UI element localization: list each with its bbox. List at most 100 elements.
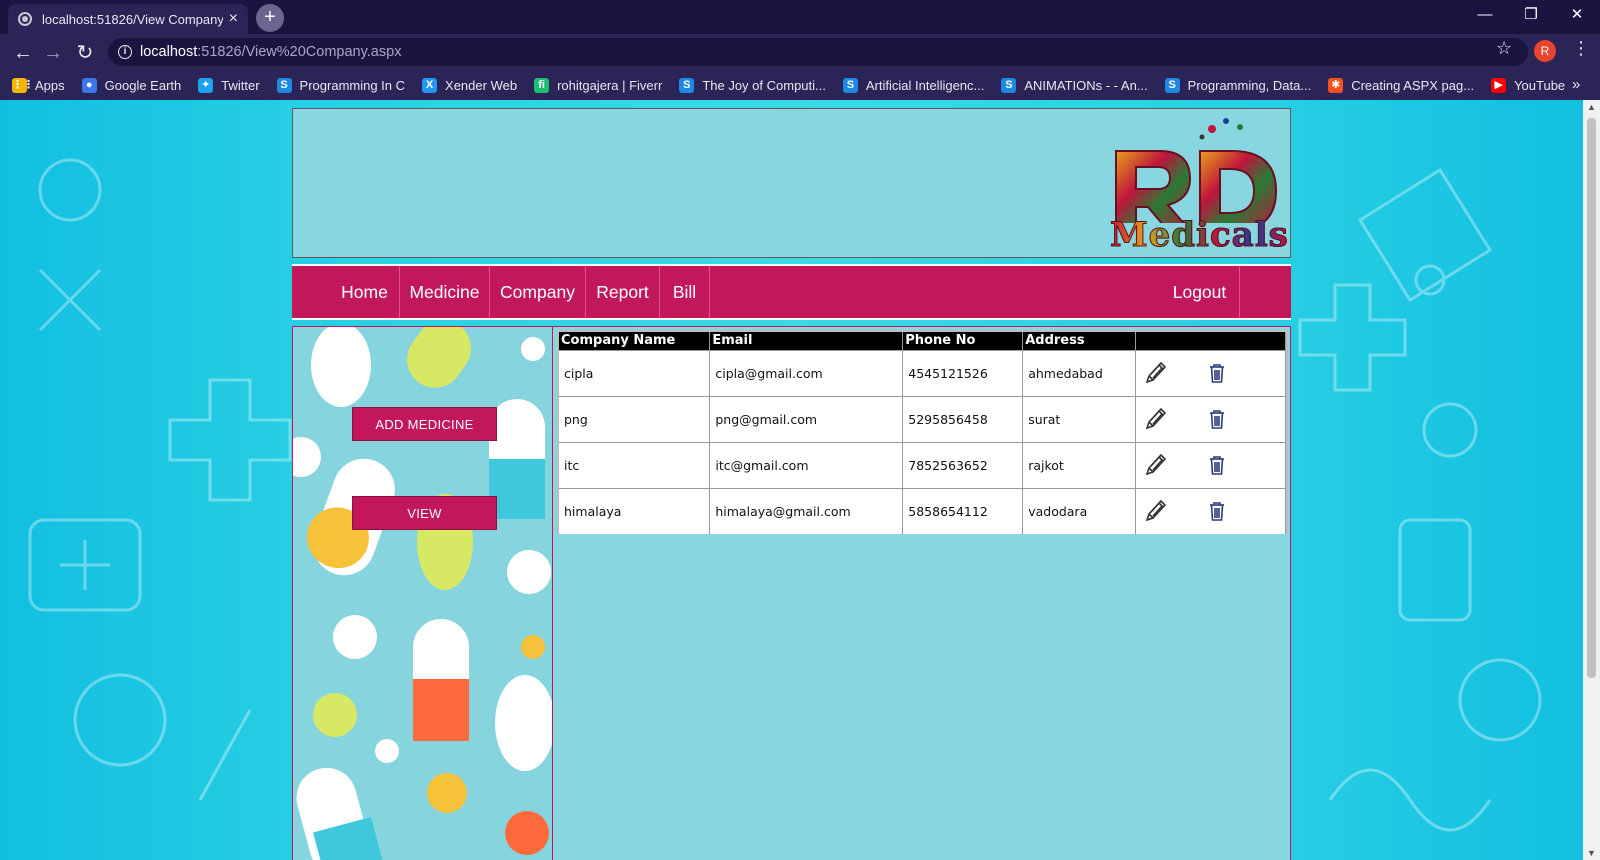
company-grid: Company Name Email Phone No Address cipl…: [557, 330, 1288, 534]
forward-arrow-icon[interactable]: →: [40, 40, 66, 66]
tab-close-icon[interactable]: ×: [229, 10, 238, 28]
content-panel: ADD MEDICINE VIEW Company Name Email Pho…: [292, 326, 1291, 860]
pencil-edit-icon[interactable]: [1142, 405, 1168, 433]
bookmark-item[interactable]: ✦ Twitter: [198, 77, 260, 93]
view-button[interactable]: VIEW: [352, 496, 497, 530]
site-s-icon: S: [679, 77, 695, 93]
cell-actions: [1135, 487, 1286, 534]
col-address: Address: [1022, 332, 1137, 350]
cell-phone-no: 4545121526: [902, 349, 1024, 396]
bookmark-star-icon[interactable]: ☆: [1496, 38, 1512, 59]
site-header: Medicals: [292, 108, 1291, 258]
main-navbar: Home Medicine Company Report Bill Logout: [292, 264, 1291, 320]
bookmark-item[interactable]: S ANIMATIONs - - An...: [1001, 77, 1148, 93]
add-medicine-button[interactable]: ADD MEDICINE: [352, 407, 497, 441]
scroll-down-icon[interactable]: ▼: [1587, 848, 1596, 858]
scroll-up-icon[interactable]: ▲: [1587, 102, 1596, 112]
bookmark-item[interactable]: ● Google Earth: [81, 77, 181, 93]
new-tab-button[interactable]: +: [256, 4, 284, 32]
cell-email: png@gmail.com: [709, 395, 904, 442]
browser-tab[interactable]: localhost:51826/View Company.a ×: [8, 4, 248, 34]
bookmark-label: Twitter: [221, 77, 260, 93]
apps-grid-icon: ⋮⋮: [12, 77, 34, 93]
minimize-icon[interactable]: —: [1462, 0, 1508, 30]
nav-report[interactable]: Report: [586, 266, 660, 318]
bookmarks-bar: ⋮⋮ Apps ● Google Earth ✦ Twitter S Programming …: [0, 70, 1600, 100]
nav-medicine[interactable]: Medicine: [400, 266, 490, 318]
page-scrollbar[interactable]: ▲ ▼: [1583, 100, 1600, 860]
col-company-name: Company Name: [559, 332, 711, 350]
cell-email: itc@gmail.com: [709, 441, 904, 488]
table-row: cipla cipla@gmail.com 4545121526 ahmedabad: [559, 349, 1286, 396]
bookmark-label: Artificial Intelligenc...: [865, 77, 985, 93]
bookmark-item[interactable]: ▶ YouTube: [1491, 77, 1566, 93]
sidebar: ADD MEDICINE VIEW: [293, 327, 553, 860]
kebab-menu-icon[interactable]: ⋮: [1572, 38, 1590, 59]
restore-icon[interactable]: ❐: [1508, 0, 1554, 30]
bookmark-item[interactable]: fi rohitgajera | Fiverr: [534, 77, 662, 93]
close-window-icon[interactable]: ✕: [1554, 0, 1600, 30]
bookmark-item[interactable]: S Programming, Data...: [1164, 77, 1312, 93]
rd-medicals-logo[interactable]: Medicals: [1108, 113, 1288, 256]
bookmark-item[interactable]: S Artificial Intelligenc...: [842, 77, 985, 93]
table-row: png png@gmail.com 5295856458 surat: [559, 395, 1286, 442]
bookmark-label: The Joy of Computi...: [702, 77, 826, 93]
xender-icon: X: [422, 77, 438, 93]
address-bar: ← → ↻ i localhost:51826/View%20Company.a…: [0, 34, 1600, 70]
logout-button[interactable]: Logout: [1160, 266, 1240, 318]
pencil-edit-icon[interactable]: [1142, 359, 1168, 387]
cell-phone-no: 5295856458: [902, 395, 1024, 442]
bookmark-label: ANIMATIONs - - An...: [1024, 77, 1148, 93]
bookmark-item[interactable]: S Programming In C: [276, 77, 406, 93]
logo-graphic: [1115, 118, 1278, 234]
cell-actions: [1135, 395, 1286, 442]
info-icon[interactable]: i: [118, 45, 132, 59]
cell-email: cipla@gmail.com: [709, 349, 904, 396]
cell-company-name: cipla: [559, 349, 711, 396]
pencil-edit-icon[interactable]: [1142, 451, 1168, 479]
site-s-icon: S: [842, 77, 858, 93]
cell-actions: [1135, 441, 1286, 488]
cell-company-name: himalaya: [559, 487, 711, 534]
trash-delete-icon[interactable]: [1204, 451, 1230, 479]
back-arrow-icon[interactable]: ←: [10, 40, 36, 66]
url-path: :51826/View%20Company.aspx: [197, 44, 402, 60]
site-s-icon: S: [1001, 77, 1017, 93]
url-host: localhost: [140, 44, 198, 60]
bookmark-label: Apps: [35, 77, 65, 93]
cell-company-name: png: [559, 395, 711, 442]
cell-address: vadodara: [1022, 487, 1137, 534]
table-row: itc itc@gmail.com 7852563652 rajkot: [559, 441, 1286, 488]
site-s-icon: S: [1164, 77, 1180, 93]
youtube-icon: ▶: [1491, 77, 1507, 93]
bookmark-item[interactable]: ✱ Creating ASPX pag...: [1328, 77, 1475, 93]
logo-text: Medicals: [1110, 215, 1289, 256]
url-input[interactable]: i localhost:51826/View%20Company.aspx: [108, 38, 1528, 66]
bookmark-item[interactable]: ⋮⋮ Apps: [12, 77, 65, 93]
profile-avatar[interactable]: R: [1534, 40, 1556, 62]
bookmark-label: Programming In C: [299, 77, 406, 93]
twitter-icon: ✦: [198, 77, 214, 93]
trash-delete-icon[interactable]: [1204, 405, 1230, 433]
reload-icon[interactable]: ↻: [72, 40, 98, 66]
scrollbar-thumb[interactable]: [1587, 118, 1596, 678]
cell-phone-no: 7852563652: [902, 441, 1024, 488]
trash-delete-icon[interactable]: [1204, 497, 1230, 525]
col-actions: [1135, 332, 1286, 350]
bookmarks-more-icon[interactable]: »: [1572, 76, 1580, 93]
cell-email: himalaya@gmail.com: [709, 487, 904, 534]
bookmark-item[interactable]: X Xender Web: [422, 77, 517, 93]
trash-delete-icon[interactable]: [1204, 359, 1230, 387]
nav-company[interactable]: Company: [490, 266, 586, 318]
nav-home[interactable]: Home: [330, 266, 400, 318]
bookmark-label: Programming, Data...: [1187, 77, 1312, 93]
cell-address: rajkot: [1022, 441, 1137, 488]
site-s-icon: S: [276, 77, 292, 93]
bookmark-label: YouTube: [1514, 77, 1566, 93]
pencil-edit-icon[interactable]: [1142, 497, 1168, 525]
table-header-row: Company Name Email Phone No Address: [559, 332, 1286, 350]
company-table: Company Name Email Phone No Address cipl…: [559, 332, 1286, 534]
bookmark-item[interactable]: S The Joy of Computi...: [679, 77, 826, 93]
bookmark-label: Creating ASPX pag...: [1351, 77, 1475, 93]
nav-bill[interactable]: Bill: [660, 266, 710, 318]
